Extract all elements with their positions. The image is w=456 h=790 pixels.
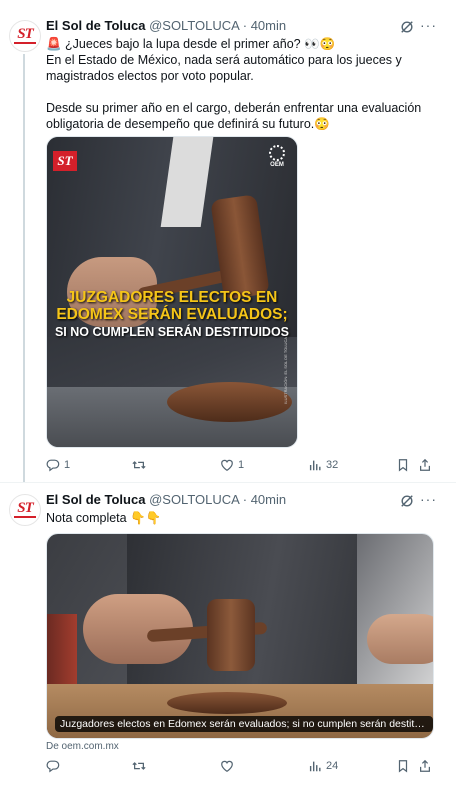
like-count: 1 <box>238 459 245 471</box>
reply-icon <box>46 760 60 773</box>
grok-icon[interactable] <box>400 494 414 508</box>
views-icon <box>309 460 321 471</box>
reply-count: 1 <box>64 459 71 471</box>
views-icon <box>309 761 321 772</box>
oem-logo: OEM <box>265 145 289 168</box>
tweet-text: 🚨 ¿Jueces bajo la lupa desde el primer a… <box>46 36 441 132</box>
image-headline: JUZGADORES ELECTOS EN EDOMEX SERÁN EVALU… <box>53 289 291 341</box>
separator-dot: · <box>242 492 248 507</box>
avatar[interactable]: ST <box>9 20 41 52</box>
avatar-logo-text: ST <box>17 26 33 42</box>
like-button[interactable] <box>220 759 238 773</box>
tweet-text: Nota completa 👇👇 <box>46 511 162 525</box>
separator-dot: · <box>242 18 248 33</box>
views-button[interactable]: 32 <box>308 458 338 472</box>
retweet-button[interactable] <box>132 759 150 773</box>
views-button[interactable]: 24 <box>308 759 338 773</box>
oem-sun-icon <box>269 145 285 161</box>
link-source[interactable]: De oem.com.mx <box>46 741 119 752</box>
tweet[interactable]: ST El Sol de Toluca @SOLTOLUCA · 40min ·… <box>0 0 456 482</box>
headline-line-1: JUZGADORES ELECTOS EN <box>66 289 278 306</box>
avatar-logo-text: ST <box>17 500 33 516</box>
action-bar: 1 1 32 <box>46 458 436 478</box>
share-icon <box>420 458 430 471</box>
headline-line-2: EDOMEX SERÁN EVALUADOS; <box>56 306 288 323</box>
headline-line-3: SI NO CUMPLEN SERÁN DESTITUIDOS <box>54 325 290 339</box>
avatar[interactable]: ST <box>9 494 41 526</box>
tweet-time[interactable]: 40min <box>251 492 286 507</box>
bookmark-icon <box>398 459 408 472</box>
tweet-header: El Sol de Toluca @SOLTOLUCA · 40min <box>46 492 286 507</box>
tweet[interactable]: ST El Sol de Toluca @SOLTOLUCA · 40min ·… <box>0 482 456 790</box>
action-bar: 24 <box>46 759 436 779</box>
views-count: 24 <box>326 760 339 772</box>
author-handle[interactable]: @SOLTOLUCA <box>149 492 239 507</box>
reply-button[interactable]: 1 <box>46 458 70 472</box>
views-count: 32 <box>326 459 339 471</box>
image-logo: ST <box>53 151 77 171</box>
avatar-logo-bar <box>14 516 36 518</box>
image-gavel-head <box>207 599 255 671</box>
tweet-header: El Sol de Toluca @SOLTOLUCA · 40min <box>46 18 286 33</box>
image-sound-block <box>167 382 292 422</box>
bookmark-button[interactable] <box>396 759 410 773</box>
retweet-button[interactable] <box>132 458 150 472</box>
link-card-caption[interactable]: Juzgadores electos en Edomex serán evalu… <box>55 716 433 732</box>
more-icon[interactable]: ··· <box>420 17 437 33</box>
tweet-text-line: Desde su primer año en el cargo, deberán… <box>46 101 422 131</box>
oem-logo-text: OEM <box>270 162 284 168</box>
like-icon <box>221 760 233 772</box>
tweet-time[interactable]: 40min <box>251 18 286 33</box>
retweet-icon <box>132 461 146 469</box>
author-handle[interactable]: @SOLTOLUCA <box>149 18 239 33</box>
thread-line <box>23 54 25 482</box>
retweet-icon <box>132 762 146 770</box>
grok-icon[interactable] <box>400 20 414 34</box>
avatar-logo-bar <box>14 42 36 44</box>
like-button[interactable]: 1 <box>220 458 244 472</box>
author-name[interactable]: El Sol de Toluca <box>46 18 145 33</box>
tweet-image[interactable]: ST OEM JUZGADORES ELECTOS EN EDOMEX SERÁ… <box>46 136 298 448</box>
image-second-hand <box>367 614 433 664</box>
tweet-text-spacer <box>46 84 441 100</box>
bookmark-button[interactable] <box>396 458 410 472</box>
tweet-text-line: En el Estado de México, nada será automá… <box>46 53 402 83</box>
share-icon <box>420 759 430 772</box>
image-side-credit: ILUSTRACIÓN: EL SOL DE TOLUCA <box>283 337 288 404</box>
bookmark-icon <box>398 760 408 773</box>
more-icon[interactable]: ··· <box>420 491 437 507</box>
reply-icon <box>46 459 60 472</box>
share-button[interactable] <box>418 759 432 773</box>
share-button[interactable] <box>418 458 432 472</box>
link-card-image[interactable]: Juzgadores electos en Edomex serán evalu… <box>46 533 434 739</box>
tweet-text-line: 🚨 ¿Jueces bajo la lupa desde el primer a… <box>46 37 336 51</box>
reply-button[interactable] <box>46 759 64 773</box>
author-name[interactable]: El Sol de Toluca <box>46 492 145 507</box>
like-icon <box>221 459 233 471</box>
image-sound-block <box>167 692 287 714</box>
